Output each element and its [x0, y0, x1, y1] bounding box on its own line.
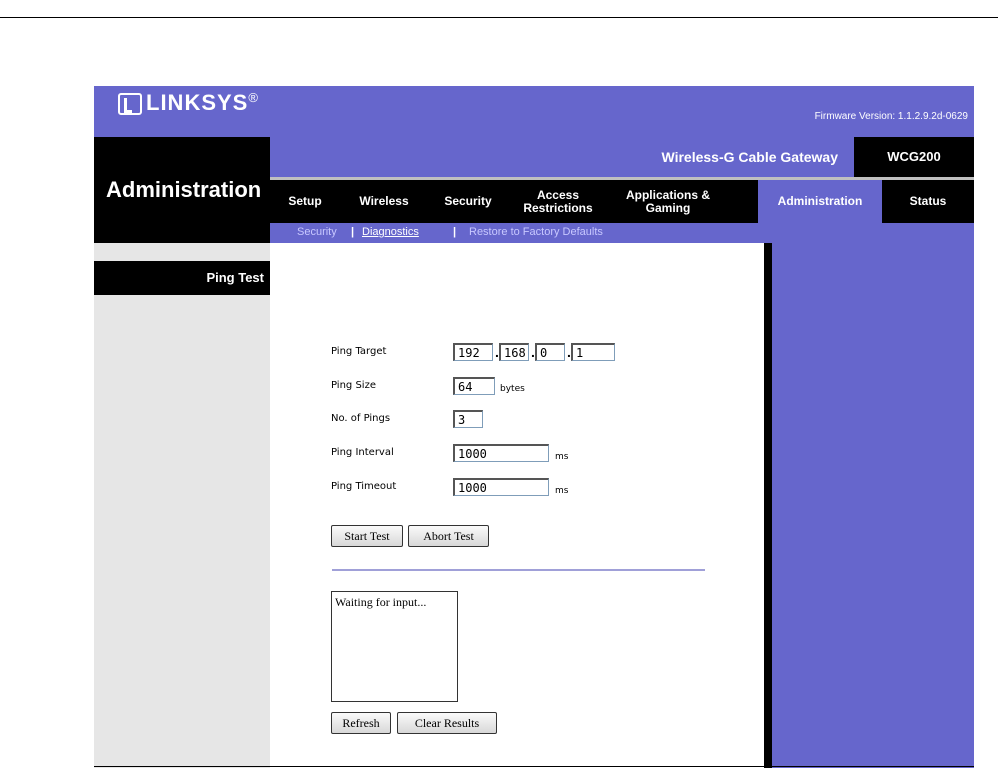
ping-results-box[interactable]: Waiting for input...: [331, 591, 458, 702]
page-title: Administration: [106, 177, 262, 202]
num-pings-label: No. of Pings: [331, 413, 391, 424]
tab-setup[interactable]: Setup: [270, 180, 340, 223]
ping-timeout-label: Ping Timeout: [331, 481, 397, 492]
main-tabs: Setup Wireless Security Access Restricti…: [270, 180, 974, 223]
section-title: Ping Test: [94, 261, 270, 295]
tab-security[interactable]: Security: [428, 180, 508, 223]
abort-test-button[interactable]: Abort Test: [408, 525, 489, 547]
header-band: LINKSYS® Firmware Version: 1.1.2.9.2d-06…: [94, 86, 974, 137]
tab-wireless[interactable]: Wireless: [340, 180, 428, 223]
left-column: Ping Test: [94, 243, 270, 768]
ping-target-octet-2[interactable]: 168: [499, 343, 529, 361]
tab-access-restrictions[interactable]: Access Restrictions: [508, 180, 608, 223]
subtab-restore-defaults[interactable]: Restore to Factory Defaults: [469, 226, 603, 238]
ping-timeout-input[interactable]: 1000: [453, 478, 549, 496]
start-test-button[interactable]: Start Test: [331, 525, 403, 547]
brand-name: LINKSYS: [146, 90, 249, 115]
ping-interval-input[interactable]: 1000: [453, 444, 549, 462]
right-column-edge: [764, 243, 772, 768]
tab-status[interactable]: Status: [882, 180, 974, 223]
top-divider: [0, 17, 998, 18]
subnav-divider: |: [453, 226, 457, 238]
ping-size-label: Ping Size: [331, 380, 376, 391]
product-row: Wireless-G Cable Gateway WCG200: [270, 137, 974, 177]
linksys-logo-icon: [118, 93, 142, 116]
subtab-diagnostics[interactable]: Diagnostics: [362, 226, 419, 238]
ping-size-input[interactable]: 64: [453, 377, 495, 395]
clear-results-button[interactable]: Clear Results: [397, 712, 497, 734]
subnav-divider: |: [351, 226, 355, 238]
tab-administration[interactable]: Administration: [758, 180, 882, 223]
ping-timeout-unit: ms: [555, 486, 569, 496]
right-help-column: [764, 243, 974, 768]
firmware-version: Firmware Version: 1.1.2.9.2d-0629: [814, 111, 968, 122]
ping-interval-unit: ms: [555, 452, 569, 462]
page-title-band: Administration: [94, 137, 270, 243]
ping-interval-label: Ping Interval: [331, 447, 394, 458]
brand-registered-mark: ®: [248, 90, 259, 105]
sub-navigation: Security | Diagnostics | Restore to Fact…: [270, 223, 974, 243]
ping-target-label: Ping Target: [331, 346, 387, 357]
ping-target-octet-1[interactable]: 192: [453, 343, 493, 361]
product-name: Wireless-G Cable Gateway: [661, 149, 838, 165]
tab-applications-gaming[interactable]: Applications & Gaming: [608, 180, 728, 223]
ping-size-unit: bytes: [500, 384, 525, 394]
linksys-logo: LINKSYS®: [118, 90, 259, 116]
refresh-button[interactable]: Refresh: [331, 712, 391, 734]
subtab-security[interactable]: Security: [297, 226, 337, 238]
num-pings-input[interactable]: 3: [453, 410, 483, 428]
router-admin-frame: LINKSYS® Firmware Version: 1.1.2.9.2d-06…: [94, 86, 974, 768]
section-divider: [332, 569, 705, 571]
ping-target-octet-3[interactable]: 0: [535, 343, 565, 361]
ping-target-octet-4[interactable]: 1: [571, 343, 615, 361]
bottom-divider: [94, 766, 974, 767]
model-number: WCG200: [854, 137, 974, 177]
